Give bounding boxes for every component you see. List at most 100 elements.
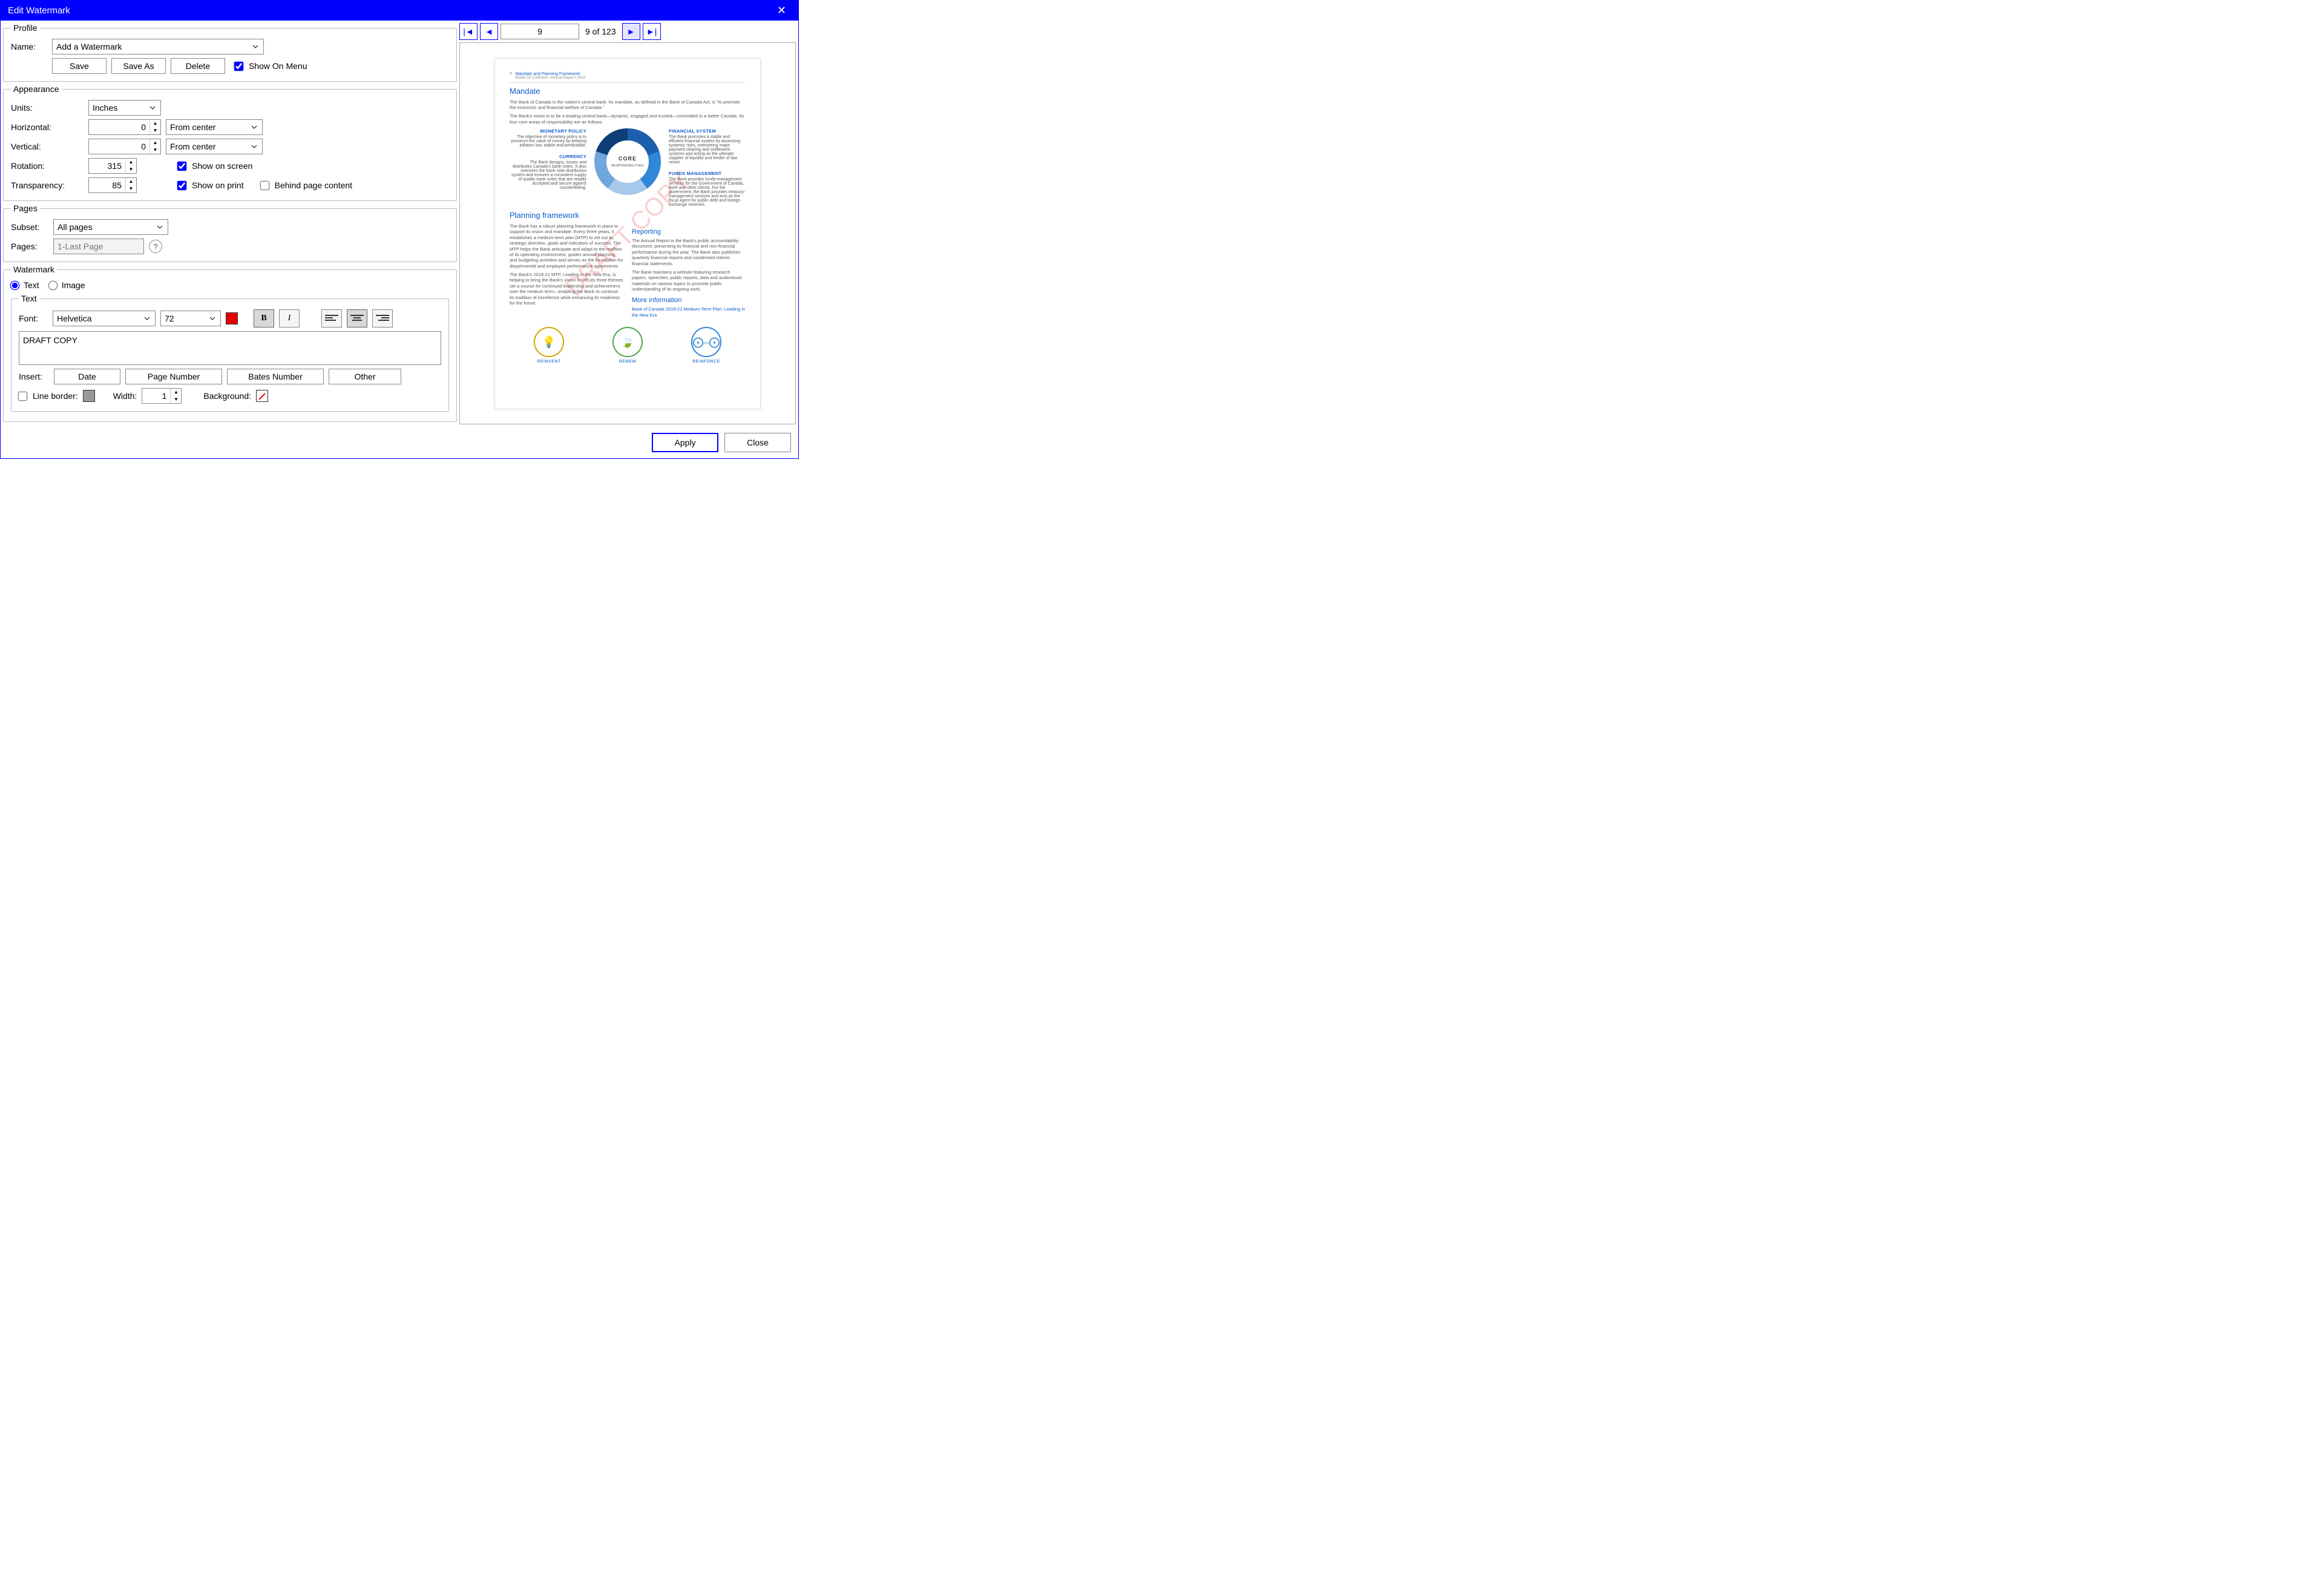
transparency-label: Transparency: <box>11 180 84 190</box>
reinforce-icon: ⨀⎯⨀ <box>691 327 721 357</box>
vertical-spinner[interactable]: ▲▼ <box>88 139 161 154</box>
width-value[interactable] <box>142 389 170 403</box>
horizontal-spinner[interactable]: ▲▼ <box>88 119 161 135</box>
insert-date-button[interactable]: Date <box>54 369 120 384</box>
pages-legend: Pages <box>11 203 40 213</box>
insert-page-number-button[interactable]: Page Number <box>125 369 222 384</box>
align-left-button[interactable] <box>321 309 342 328</box>
dialog-footer: Apply Close <box>1 427 798 458</box>
renew-icon: 🍃 <box>612 327 643 357</box>
show-on-print-checkbox[interactable] <box>177 180 187 190</box>
insert-bates-button[interactable]: Bates Number <box>227 369 324 384</box>
rotation-value[interactable] <box>89 159 125 173</box>
behind-page-checkbox[interactable] <box>260 180 269 190</box>
color-swatch[interactable] <box>226 312 238 324</box>
italic-button[interactable]: I <box>279 309 300 328</box>
mandate-heading: Mandate <box>510 87 746 96</box>
profile-group: Profile Name: Add a Watermark Save Save … <box>3 23 457 82</box>
chevron-up-icon[interactable]: ▲ <box>171 389 181 396</box>
show-on-menu-label[interactable]: Show On Menu <box>235 61 307 71</box>
save-as-button[interactable]: Save As <box>111 58 166 74</box>
mode-text-label[interactable]: Text <box>11 280 39 290</box>
titlebar: Edit Watermark ✕ <box>1 1 798 21</box>
background-swatch[interactable] <box>256 390 268 402</box>
align-right-button[interactable] <box>372 309 393 328</box>
next-page-button[interactable]: ► <box>622 23 640 40</box>
mode-image-label[interactable]: Image <box>49 280 85 290</box>
background-label: Background: <box>203 391 251 401</box>
watermark-group: Watermark Text Image Text Font: <box>3 265 457 422</box>
profile-legend: Profile <box>11 23 40 33</box>
help-icon[interactable]: ? <box>149 240 162 253</box>
rotation-spinner[interactable]: ▲▼ <box>88 158 137 174</box>
show-on-screen-label[interactable]: Show on screen <box>178 161 252 171</box>
rotation-label: Rotation: <box>11 161 84 171</box>
width-spinner[interactable]: ▲▼ <box>142 388 182 404</box>
transparency-spinner[interactable]: ▲▼ <box>88 177 137 193</box>
chevron-up-icon[interactable]: ▲ <box>126 178 136 185</box>
last-page-button[interactable]: ►| <box>643 23 661 40</box>
watermark-legend: Watermark <box>11 265 57 274</box>
width-label: Width: <box>113 391 137 401</box>
name-label: Name: <box>11 42 47 51</box>
units-select[interactable]: Inches <box>88 100 161 116</box>
font-select[interactable]: Helvetica <box>53 311 156 326</box>
bold-button[interactable]: B <box>254 309 274 328</box>
pages-input <box>53 239 144 254</box>
border-color-swatch[interactable] <box>83 390 95 402</box>
show-on-menu-checkbox[interactable] <box>234 61 244 71</box>
appearance-legend: Appearance <box>11 84 62 94</box>
profile-name-select[interactable]: Add a Watermark <box>52 39 264 54</box>
insert-label: Insert: <box>19 372 49 381</box>
subset-select[interactable]: All pages <box>53 219 168 235</box>
chevron-down-icon[interactable]: ▼ <box>150 127 160 134</box>
vertical-label: Vertical: <box>11 142 84 151</box>
appearance-group: Appearance Units: Inches Horizontal: ▲▼ … <box>3 84 457 201</box>
close-button[interactable]: Close <box>724 433 791 452</box>
vertical-anchor-select[interactable]: From center <box>166 139 263 154</box>
pages-label: Pages: <box>11 242 48 251</box>
close-icon[interactable]: ✕ <box>772 4 791 17</box>
core-donut-icon: CORERESPONSIBILITIES <box>594 128 661 195</box>
pages-group: Pages Subset: All pages Pages: ? <box>3 203 457 262</box>
preview-pager: |◄ ◄ 9 of 123 ► ►| <box>459 23 796 40</box>
line-border-checkbox[interactable] <box>18 391 28 401</box>
window-title: Edit Watermark <box>8 5 70 16</box>
mode-image-radio[interactable] <box>48 280 57 290</box>
show-on-screen-checkbox[interactable] <box>177 161 187 171</box>
page-number-input[interactable] <box>501 24 579 39</box>
apply-button[interactable]: Apply <box>652 433 718 452</box>
chevron-down-icon[interactable]: ▼ <box>126 185 136 193</box>
text-legend: Text <box>19 294 39 303</box>
prev-page-button[interactable]: ◄ <box>480 23 498 40</box>
behind-page-label[interactable]: Behind page content <box>261 180 352 190</box>
insert-other-button[interactable]: Other <box>329 369 401 384</box>
chevron-up-icon[interactable]: ▲ <box>126 159 136 166</box>
first-page-button[interactable]: |◄ <box>459 23 478 40</box>
horizontal-anchor-select[interactable]: From center <box>166 119 263 135</box>
save-button[interactable]: Save <box>52 58 107 74</box>
chevron-down-icon[interactable]: ▼ <box>126 166 136 173</box>
line-border-label[interactable]: Line border: <box>19 391 78 401</box>
vertical-value[interactable] <box>89 139 149 154</box>
delete-button[interactable]: Delete <box>171 58 225 74</box>
mode-text-radio[interactable] <box>10 280 20 290</box>
chevron-down-icon[interactable]: ▼ <box>150 147 160 154</box>
chevron-down-icon[interactable]: ▼ <box>171 396 181 403</box>
chevron-up-icon[interactable]: ▲ <box>150 139 160 147</box>
preview-page: 7 Mandate and Planning Framework BANK OF… <box>494 58 761 409</box>
size-select[interactable]: 72 <box>160 311 221 326</box>
font-label: Font: <box>19 314 48 323</box>
subset-label: Subset: <box>11 222 48 232</box>
chevron-up-icon[interactable]: ▲ <box>150 120 160 127</box>
units-label: Units: <box>11 103 84 113</box>
horizontal-value[interactable] <box>89 120 149 134</box>
horizontal-label: Horizontal: <box>11 122 84 132</box>
edit-watermark-dialog: Edit Watermark ✕ Profile Name: Add a Wat… <box>0 0 799 459</box>
preview-panel: 7 Mandate and Planning Framework BANK OF… <box>459 42 796 424</box>
planning-heading: Planning framework <box>510 211 746 220</box>
align-center-button[interactable] <box>347 309 367 328</box>
show-on-print-label[interactable]: Show on print <box>178 180 244 190</box>
watermark-text-input[interactable] <box>19 331 441 365</box>
transparency-value[interactable] <box>89 178 125 193</box>
